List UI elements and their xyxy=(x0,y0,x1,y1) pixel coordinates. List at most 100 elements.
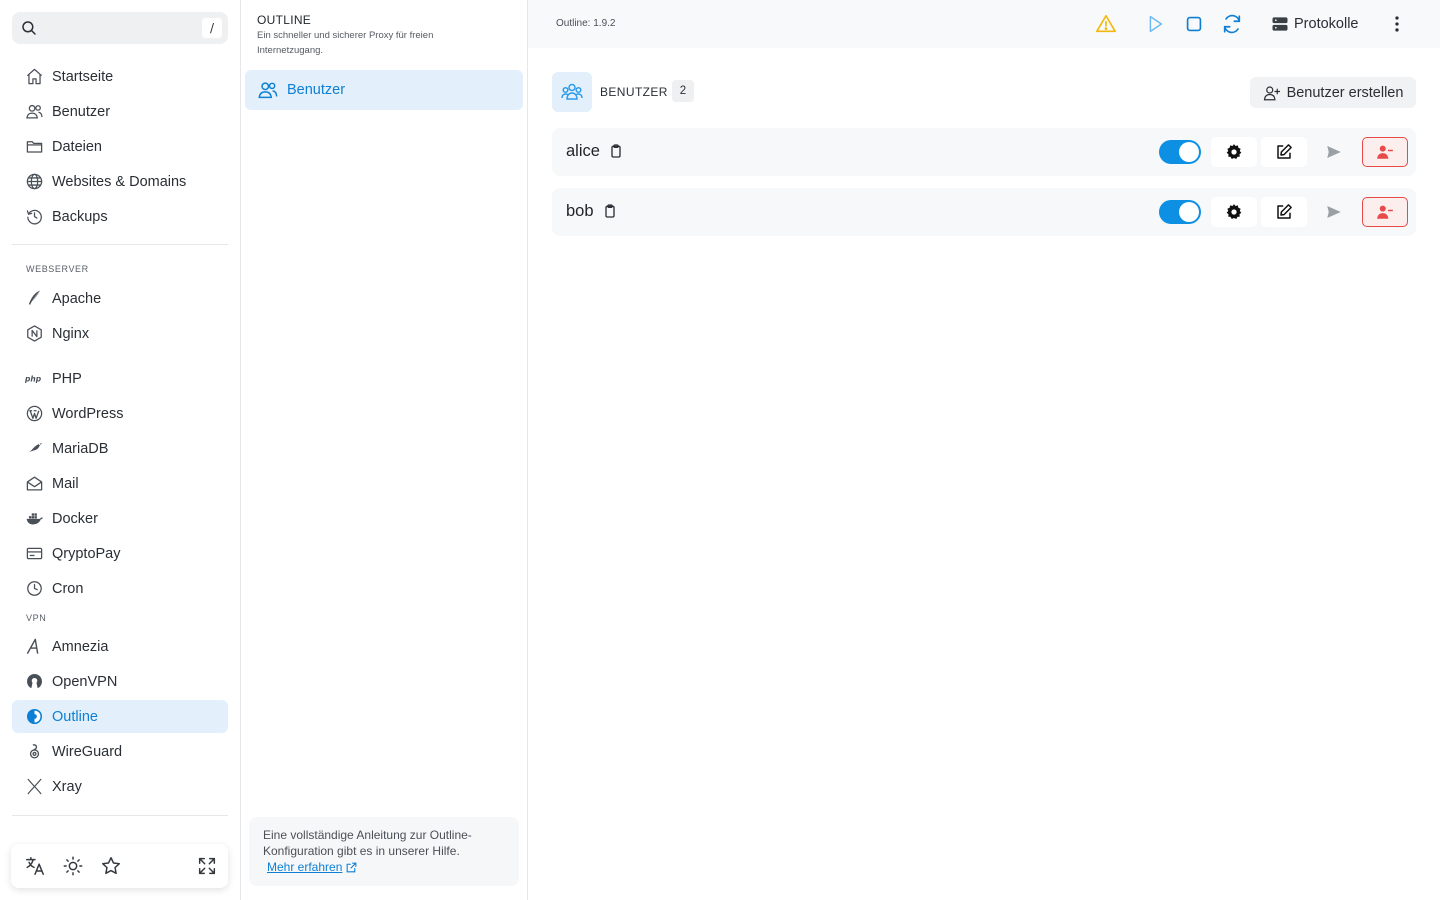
sidebar-item-mariadb[interactable]: MariaDB xyxy=(12,432,228,465)
restart-icon[interactable] xyxy=(1221,13,1243,35)
top-bar: Outline: 1.9.2 Protokolle xyxy=(528,0,1440,48)
user-enabled-toggle[interactable] xyxy=(1159,200,1201,224)
create-user-button[interactable]: Benutzer erstellen xyxy=(1250,77,1416,108)
star-icon[interactable] xyxy=(100,855,122,877)
sidebar-item-label: WireGuard xyxy=(52,743,123,760)
help-link[interactable]: Mehr erfahren xyxy=(267,859,358,875)
help-box: Eine vollständige Anleitung zur Outline-… xyxy=(249,817,519,886)
sidebar-item-benutzer[interactable]: Benutzer xyxy=(12,95,228,128)
translate-icon[interactable] xyxy=(24,855,46,877)
home-icon xyxy=(24,67,44,87)
user-minus-icon xyxy=(1377,205,1393,219)
expand-icon[interactable] xyxy=(196,855,218,877)
user-plus-icon xyxy=(1263,85,1280,100)
send-icon xyxy=(1327,146,1341,158)
user-name: bob xyxy=(566,202,594,220)
gear-icon xyxy=(1226,144,1242,159)
wordpress-icon xyxy=(24,404,44,424)
sidebar-divider xyxy=(12,815,228,816)
sidebar-item-wireguard[interactable]: WireGuard xyxy=(12,735,228,768)
amnezia-icon xyxy=(24,637,44,657)
sidebar-item-label: QryptoPay xyxy=(52,545,121,562)
version-label: Outline: 1.9.2 xyxy=(556,18,616,29)
stop-icon[interactable] xyxy=(1183,13,1205,35)
sidebar-item-openvpn[interactable]: OpenVPN xyxy=(12,665,228,698)
user-minus-icon xyxy=(1377,145,1393,159)
sidebar-item-apache[interactable]: Apache xyxy=(12,282,228,315)
sidebar-item-cron[interactable]: Cron xyxy=(12,572,228,605)
users-heading: BENUTZER xyxy=(600,85,668,99)
svg-text:php: php xyxy=(25,375,42,384)
send-icon xyxy=(1327,206,1341,218)
user-delete-button[interactable] xyxy=(1362,137,1408,167)
users-group-icon xyxy=(561,83,583,100)
protokolle-button[interactable]: Protokolle xyxy=(1270,12,1358,36)
sidebar-item-label: Benutzer xyxy=(52,103,111,120)
outline-panel: OUTLINE Ein schneller und sicherer Proxy… xyxy=(241,0,528,900)
php-icon: php xyxy=(24,369,44,389)
copy-icon[interactable] xyxy=(608,143,624,159)
sidebar-item-wordpress[interactable]: WordPress xyxy=(12,397,228,430)
section-webserver: WEBSERVER xyxy=(26,264,89,274)
user-enabled-toggle[interactable] xyxy=(1159,140,1201,164)
user-settings-button[interactable] xyxy=(1211,137,1257,167)
sidebar-item-label: Websites & Domains xyxy=(52,173,187,190)
users-icon xyxy=(24,102,44,122)
sidebar-item-label: Mail xyxy=(52,475,79,492)
sidebar-item-amnezia[interactable]: Amnezia xyxy=(12,630,228,663)
sidebar-item-label: WordPress xyxy=(52,405,124,422)
sidebar-item-label: MariaDB xyxy=(52,440,109,457)
sun-icon[interactable] xyxy=(62,855,84,877)
sidebar-item-label: Docker xyxy=(52,510,98,527)
user-row: alice xyxy=(552,128,1416,176)
mariadb-icon xyxy=(24,439,44,459)
docker-icon xyxy=(24,509,44,529)
external-link-icon xyxy=(347,862,357,872)
search-shortcut-key: / xyxy=(202,18,222,38)
sidebar-item-label: Dateien xyxy=(52,138,102,155)
sidebar-item-outline[interactable]: Outline xyxy=(12,700,228,733)
copy-icon[interactable] xyxy=(602,203,618,219)
user-send-button[interactable] xyxy=(1311,197,1357,227)
edit-icon xyxy=(1277,144,1292,159)
user-settings-button[interactable] xyxy=(1211,197,1257,227)
sidebar-item-xray[interactable]: Xray xyxy=(12,770,228,803)
sidebar-item-label: PHP xyxy=(52,370,82,387)
sidebar-item-websites-domains[interactable]: Websites & Domains xyxy=(12,165,228,198)
edit-icon xyxy=(1277,204,1292,219)
nginx-icon xyxy=(24,324,44,344)
warning-icon[interactable] xyxy=(1095,13,1117,35)
sidebar-bottom-toolbar xyxy=(11,844,228,888)
play-icon[interactable] xyxy=(1144,13,1166,35)
sidebar-item-startseite[interactable]: Startseite xyxy=(12,60,228,93)
sidebar-item-label: Startseite xyxy=(52,68,114,85)
sidebar-item-backups[interactable]: Backups xyxy=(12,200,228,233)
user-edit-button[interactable] xyxy=(1261,137,1307,167)
users-icon xyxy=(257,79,279,101)
more-vertical-icon[interactable] xyxy=(1386,13,1408,35)
sidebar-item-php[interactable]: php PHP xyxy=(12,362,228,395)
xray-icon xyxy=(24,777,44,797)
clock-icon xyxy=(24,579,44,599)
sidebar-item-label: Nginx xyxy=(52,325,90,342)
server-icon xyxy=(1272,17,1288,31)
sidebar-item-docker[interactable]: Docker xyxy=(12,502,228,535)
sidebar-item-label: Xray xyxy=(52,778,82,795)
sidebar-item-mail[interactable]: Mail xyxy=(12,467,228,500)
panel-item-benutzer[interactable]: Benutzer xyxy=(245,70,523,110)
gear-icon xyxy=(1226,204,1242,219)
user-delete-button[interactable] xyxy=(1362,197,1408,227)
search-icon xyxy=(20,19,38,37)
sidebar-item-dateien[interactable]: Dateien xyxy=(12,130,228,163)
sidebar-item-nginx[interactable]: Nginx xyxy=(12,317,228,350)
user-edit-button[interactable] xyxy=(1261,197,1307,227)
outline-icon xyxy=(24,707,44,727)
user-send-button[interactable] xyxy=(1311,137,1357,167)
mail-icon xyxy=(24,474,44,494)
search-input[interactable]: / xyxy=(12,12,228,44)
sidebar-item-qryptopay[interactable]: QryptoPay xyxy=(12,537,228,570)
folder-icon xyxy=(24,137,44,157)
sidebar-item-label: Outline xyxy=(52,708,98,725)
sidebar: / Startseite Benutzer Dateien Websites &… xyxy=(0,0,241,900)
card-icon xyxy=(24,544,44,564)
